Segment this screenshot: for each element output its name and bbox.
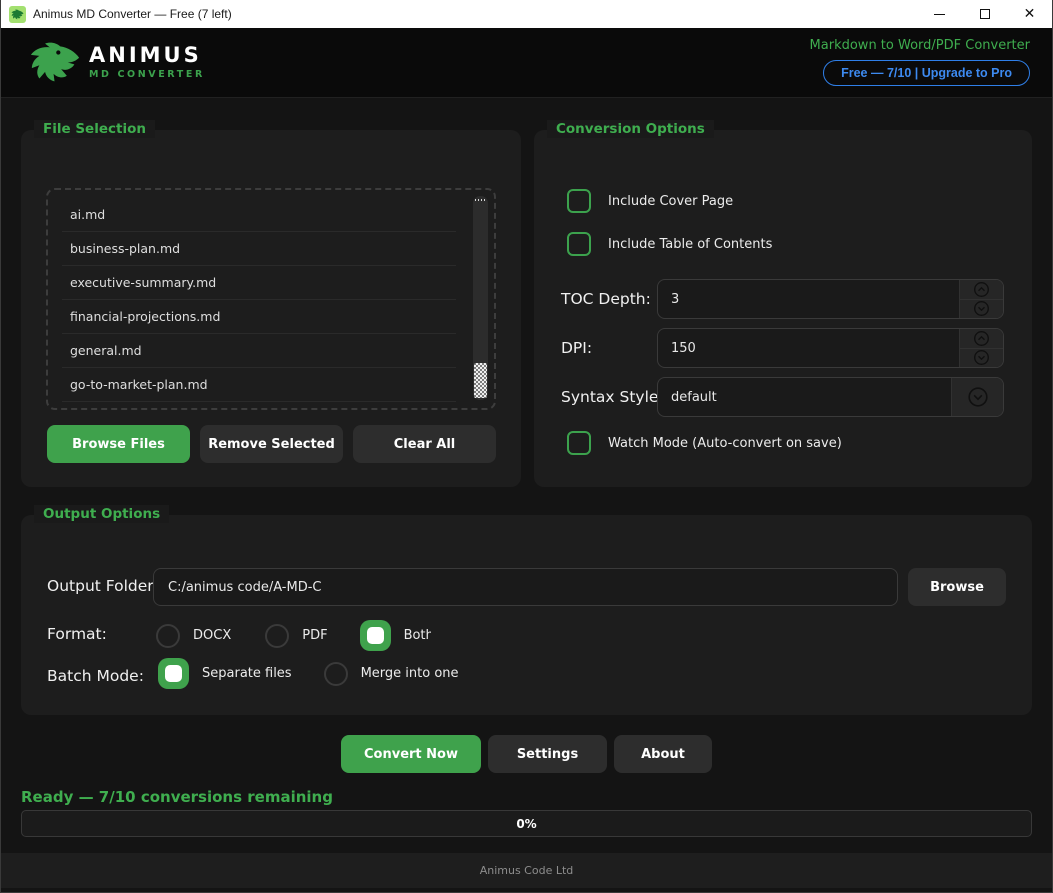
footer-company: Animus Code Ltd <box>480 864 574 877</box>
file-list-item[interactable]: financial-projections.md <box>62 300 456 334</box>
spin-down-icon <box>973 300 990 317</box>
dpi-label: DPI: <box>561 339 592 357</box>
batch-merge-radio[interactable] <box>324 662 348 686</box>
include-toc-label: Include Table of Contents <box>608 237 772 252</box>
syntax-style-dropdown-button[interactable] <box>951 378 1003 416</box>
toc-depth-up-button[interactable] <box>960 280 1003 299</box>
window-title: Animus MD Converter — Free (7 left) <box>33 7 232 21</box>
browse-files-button[interactable]: Browse Files <box>47 425 190 463</box>
dpi-up-button[interactable] <box>960 329 1003 348</box>
format-both-label: Both <box>404 628 431 643</box>
spin-up-icon <box>973 281 990 298</box>
close-icon: ✕ <box>1024 7 1036 21</box>
batch-merge-label: Merge into one <box>361 666 459 681</box>
chevron-down-icon <box>967 386 989 408</box>
syntax-style-label: Syntax Style: <box>561 388 664 406</box>
include-toc-checkbox[interactable] <box>567 232 591 256</box>
conversion-options-panel: Conversion Options Include Cover Page In… <box>534 130 1032 487</box>
conversion-options-title: Conversion Options <box>547 120 714 138</box>
convert-now-button[interactable]: Convert Now <box>341 735 481 773</box>
batch-mode-label: Batch Mode: <box>47 667 144 685</box>
minimize-button[interactable] <box>917 0 962 28</box>
output-options-title: Output Options <box>34 505 169 523</box>
brand-logo: ANIMUS MD CONVERTER <box>29 40 205 84</box>
output-browse-button[interactable]: Browse <box>908 568 1006 606</box>
close-button[interactable]: ✕ <box>1007 0 1052 28</box>
maximize-button[interactable] <box>962 0 1007 28</box>
file-list-item[interactable]: go-to-market-plan.md <box>62 368 456 402</box>
app-header: ANIMUS MD CONVERTER Markdown to Word/PDF… <box>1 28 1052 98</box>
app-icon <box>9 6 26 23</box>
file-list-item[interactable]: executive-summary.md <box>62 266 456 300</box>
format-pdf-radio[interactable] <box>265 624 289 648</box>
batch-separate-radio[interactable] <box>158 658 189 689</box>
toc-depth-label: TOC Depth: <box>561 290 651 308</box>
format-docx-radio[interactable] <box>156 624 180 648</box>
toc-depth-down-button[interactable] <box>960 299 1003 319</box>
format-pdf-label: PDF <box>302 628 327 643</box>
spin-down-icon <box>973 349 990 366</box>
upgrade-to-pro-button[interactable]: Free — 7/10 | Upgrade to Pro <box>823 60 1030 86</box>
file-list-item[interactable]: business-plan.md <box>62 232 456 266</box>
include-cover-page-checkbox[interactable] <box>567 189 591 213</box>
file-selection-panel: File Selection ai.md business-plan.md ex… <box>21 130 521 487</box>
file-list-scrollbar[interactable] <box>473 196 488 400</box>
app-tagline: Markdown to Word/PDF Converter <box>810 38 1030 53</box>
file-list: ai.md business-plan.md executive-summary… <box>46 188 496 410</box>
settings-button[interactable]: Settings <box>488 735 607 773</box>
clear-all-button[interactable]: Clear All <box>353 425 496 463</box>
dpi-spinbox <box>657 328 1004 368</box>
minimize-icon <box>934 14 945 15</box>
output-folder-label: Output Folder: <box>47 577 159 595</box>
format-docx-label: DOCX <box>193 628 231 643</box>
format-both-radio[interactable] <box>360 620 391 651</box>
maximize-icon <box>980 9 990 19</box>
dpi-down-button[interactable] <box>960 348 1003 368</box>
output-options-panel: Output Options Output Folder: Browse For… <box>21 515 1032 715</box>
brand-name: ANIMUS <box>89 45 205 66</box>
about-button[interactable]: About <box>614 735 712 773</box>
syntax-style-dropdown[interactable]: default <box>657 377 1004 417</box>
file-list-item[interactable]: ai.md <box>62 198 456 232</box>
format-label: Format: <box>47 625 107 643</box>
toc-depth-spinbox <box>657 279 1004 319</box>
spin-up-icon <box>973 330 990 347</box>
file-list-item[interactable]: general.md <box>62 334 456 368</box>
brand-subtitle: MD CONVERTER <box>89 69 205 80</box>
eagle-icon <box>11 9 24 20</box>
footer-bar: Animus Code Ltd <box>1 853 1052 888</box>
dpi-input[interactable] <box>658 329 959 367</box>
toc-depth-input[interactable] <box>658 280 959 318</box>
syntax-style-value: default <box>658 378 951 416</box>
scrollbar-thumb[interactable] <box>474 363 487 398</box>
file-selection-title: File Selection <box>34 120 155 138</box>
scrollbar-dots-icon <box>475 199 486 201</box>
watch-mode-checkbox[interactable] <box>567 431 591 455</box>
watch-mode-label: Watch Mode (Auto-convert on save) <box>608 436 842 451</box>
include-cover-page-label: Include Cover Page <box>608 194 733 209</box>
output-folder-input[interactable] <box>153 568 898 606</box>
remove-selected-button[interactable]: Remove Selected <box>200 425 343 463</box>
progress-percent-label: 0% <box>516 817 536 831</box>
eagle-logo-icon <box>29 40 81 84</box>
status-message: Ready — 7/10 conversions remaining <box>21 788 333 806</box>
progress-bar: 0% <box>21 810 1032 837</box>
batch-separate-label: Separate files <box>202 666 292 681</box>
window-titlebar: Animus MD Converter — Free (7 left) ✕ <box>1 0 1052 28</box>
